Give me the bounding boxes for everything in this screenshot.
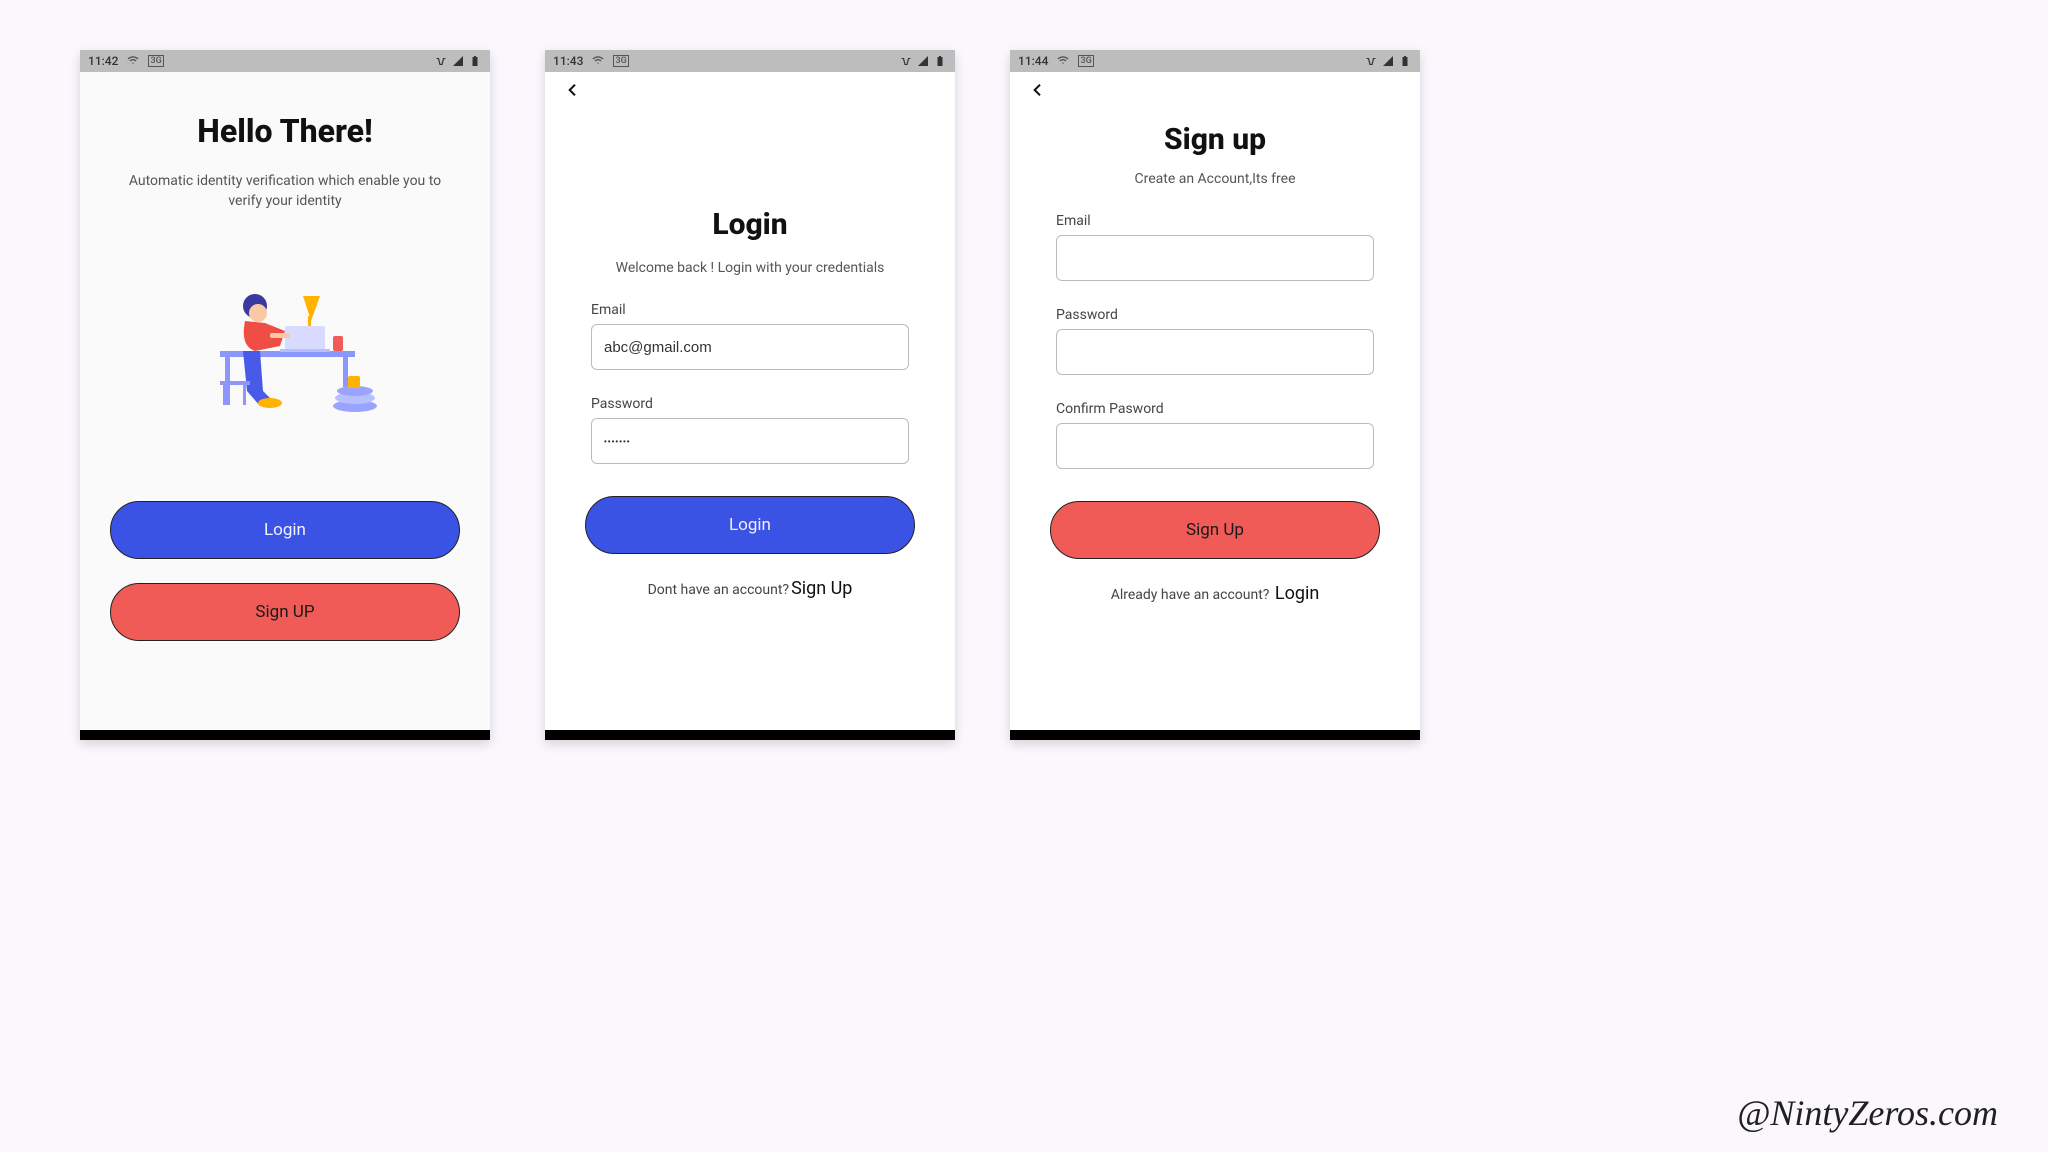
confirm-password-label: Confirm Pasword <box>1056 401 1374 417</box>
signup-subtitle: Create an Account,Its free <box>1050 171 1380 187</box>
signup-link[interactable]: Sign Up <box>791 578 852 599</box>
signup-submit-button[interactable]: Sign Up <box>1050 501 1380 559</box>
password-label: Password <box>1056 307 1374 323</box>
login-submit-button[interactable]: Login <box>585 496 915 554</box>
welcome-title: Hello There! <box>108 112 462 150</box>
watermark: @NintyZeros.com <box>1737 1092 1998 1134</box>
volte-icon <box>434 55 448 67</box>
battery-icon <box>933 55 947 67</box>
signup-title: Sign up <box>1050 122 1380 157</box>
email-label: Email <box>1056 213 1374 229</box>
welcome-illustration <box>185 251 385 436</box>
login-subtitle: Welcome back ! Login with your credentia… <box>585 260 915 276</box>
chevron-left-icon <box>1030 82 1046 98</box>
status-bar: 11:43 3G <box>545 50 955 72</box>
signal-icon <box>1381 55 1395 67</box>
wifi-icon <box>126 55 140 67</box>
network-icon: 3G <box>613 55 628 67</box>
volte-icon <box>1364 55 1378 67</box>
battery-icon <box>468 55 482 67</box>
password-field[interactable] <box>1056 329 1374 375</box>
signup-button[interactable]: Sign UP <box>110 583 460 641</box>
battery-icon <box>1398 55 1412 67</box>
back-button[interactable] <box>545 72 955 102</box>
android-nav-bar <box>1010 730 1420 740</box>
login-footer: Dont have an account?Sign Up <box>585 578 915 599</box>
confirm-password-field[interactable] <box>1056 423 1374 469</box>
status-time: 11:44 <box>1018 54 1048 68</box>
status-time: 11:43 <box>553 54 583 68</box>
password-label: Password <box>591 396 909 412</box>
status-bar: 11:42 3G <box>80 50 490 72</box>
status-time: 11:42 <box>88 54 118 68</box>
android-nav-bar <box>545 730 955 740</box>
status-bar: 11:44 3G <box>1010 50 1420 72</box>
back-button[interactable] <box>1010 72 1420 102</box>
login-screen: 11:43 3G Login Welcome back ! Login with… <box>545 50 955 740</box>
login-button[interactable]: Login <box>110 501 460 559</box>
network-icon: 3G <box>148 55 163 67</box>
android-nav-bar <box>80 730 490 740</box>
login-link[interactable]: Login <box>1275 583 1319 604</box>
wifi-icon <box>591 55 605 67</box>
login-title: Login <box>585 207 915 242</box>
signal-icon <box>916 55 930 67</box>
signal-icon <box>451 55 465 67</box>
volte-icon <box>899 55 913 67</box>
wifi-icon <box>1056 55 1070 67</box>
email-label: Email <box>591 302 909 318</box>
password-field[interactable] <box>591 418 909 464</box>
email-field[interactable] <box>1056 235 1374 281</box>
welcome-subtitle: Automatic identity verification which en… <box>116 172 454 211</box>
network-icon: 3G <box>1078 55 1093 67</box>
chevron-left-icon <box>565 82 581 98</box>
signup-footer: Already have an account? Login <box>1050 583 1380 604</box>
signup-screen: 11:44 3G Sign up Create an Account,Its f… <box>1010 50 1420 740</box>
email-field[interactable] <box>591 324 909 370</box>
welcome-screen: 11:42 3G Hello There! Automatic identity… <box>80 50 490 740</box>
